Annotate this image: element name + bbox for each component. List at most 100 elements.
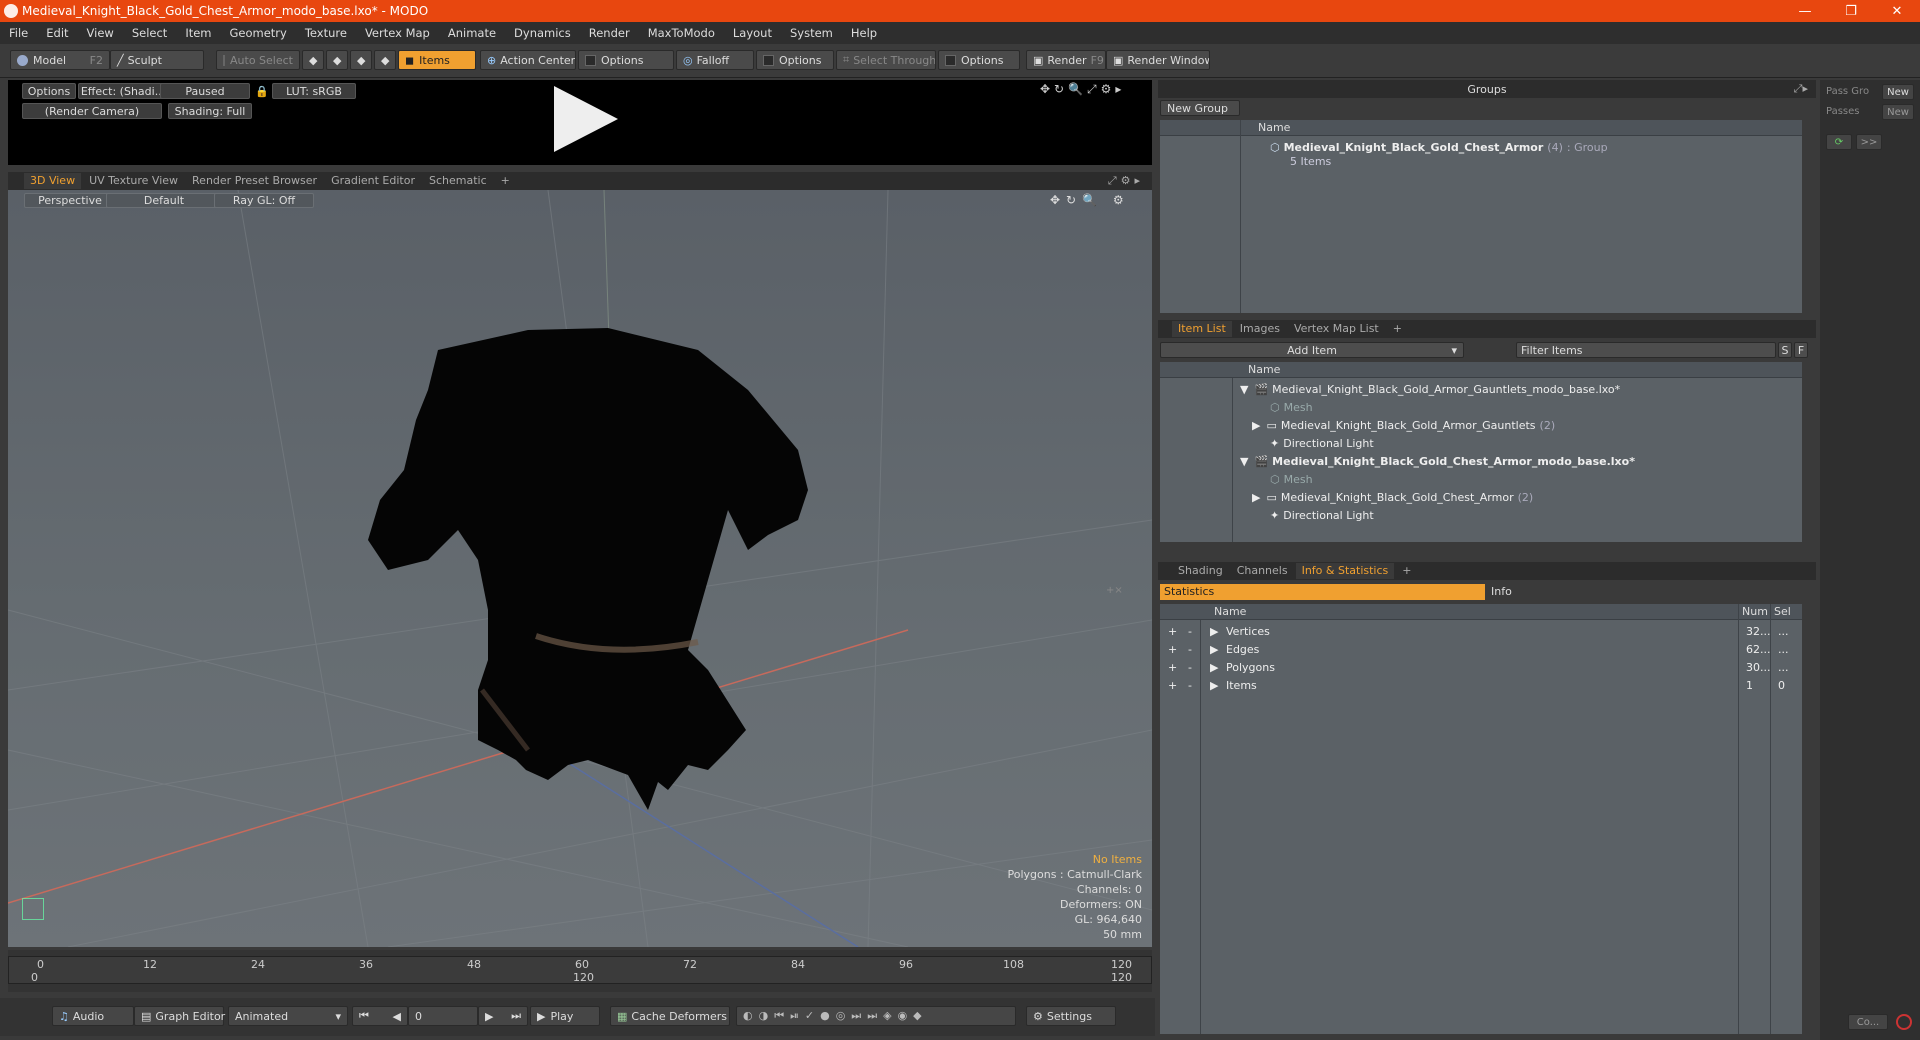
select-through-options-button[interactable]: Options (938, 50, 1020, 70)
table-row[interactable]: + - ▶ Items 1 0 (1168, 676, 1802, 694)
table-row[interactable]: + - ▶ Edges 62...... (1168, 640, 1802, 658)
item-list[interactable]: Name ▼ 🎬 Medieval_Knight_Black_Gold_Armor_… (1160, 362, 1802, 542)
shading-dropdown[interactable]: Shading: Full (168, 103, 252, 119)
list-item[interactable]: ⬡ Mesh (1270, 470, 1313, 488)
menu-layout[interactable]: Layout (724, 26, 781, 40)
menu-item[interactable]: Item (176, 26, 220, 40)
tab-item-list[interactable]: Item List (1172, 321, 1232, 337)
vertices-mode-button[interactable]: ◆ (302, 50, 324, 70)
info-subtab[interactable]: Info (1487, 584, 1814, 600)
menu-geometry[interactable]: Geometry (221, 26, 296, 40)
preview-options-button[interactable]: Options (22, 83, 76, 99)
add-tab-button[interactable]: + (1387, 321, 1408, 337)
expand-gear-icons[interactable]: ⤢⚙▸ (1108, 174, 1144, 188)
maximize-button[interactable]: ❐ (1828, 0, 1874, 22)
viewport-nav-icons[interactable]: ✥↻🔍 ⚙ (1050, 193, 1130, 207)
render-window-button[interactable]: ▣ Render Window (1106, 50, 1210, 70)
list-item[interactable]: ▶ ▭ Medieval_Knight_Black_Gold_Armor_Gaunt… (1252, 416, 1555, 434)
cache-deformers-button[interactable]: ▦ Cache Deformers (610, 1006, 730, 1026)
lut-dropdown[interactable]: LUT: sRGB (272, 83, 356, 99)
tab-images[interactable]: Images (1234, 321, 1286, 337)
co-button[interactable]: Co... (1848, 1014, 1888, 1030)
graph-editor-button[interactable]: ▤ Graph Editor (134, 1006, 225, 1026)
statistics-table[interactable]: Name Num Sel + - ▶ Vertices 32...... + - ▶ Edge… (1160, 604, 1802, 1034)
sculpt-mode-button[interactable]: ╱ Sculpt (110, 50, 204, 70)
render-camera-dropdown[interactable]: (Render Camera) (22, 103, 162, 119)
model-mode-button[interactable]: Model F2 (10, 50, 110, 70)
filter-items-input[interactable]: Filter Items (1516, 342, 1776, 358)
list-item[interactable]: ✦ Directional Light (1270, 434, 1374, 452)
menu-maxtomodo[interactable]: MaxToModo (639, 26, 724, 40)
close-button[interactable]: ✕ (1874, 0, 1920, 22)
prev-frame-buttons[interactable]: ⏮ ◀ (352, 1006, 408, 1026)
expand-icon[interactable]: ⤢▸ (1794, 82, 1808, 96)
refresh-icon[interactable]: ⟳ (1826, 134, 1852, 150)
timeline[interactable]: 0 12 24 36 48 60 72 84 96 108 120 0 120 … (8, 950, 1152, 992)
preview-nav-icons[interactable]: ✥↻🔍⤢⚙▸ (1040, 82, 1125, 97)
key-tools[interactable]: ◐◑⏮⏯✓●◎⏭⏭◈◉◆ (736, 1006, 1016, 1026)
auto-select-button[interactable]: Auto Select (216, 50, 300, 70)
menu-dynamics[interactable]: Dynamics (505, 26, 580, 40)
more-button[interactable]: >> (1856, 134, 1882, 150)
menu-view[interactable]: View (78, 26, 123, 40)
tab-info-statistics[interactable]: Info & Statistics (1295, 563, 1395, 579)
action-center-options-button[interactable]: Options (578, 50, 674, 70)
new-pass-button[interactable]: New (1882, 104, 1914, 120)
menu-file[interactable]: File (0, 26, 37, 40)
play-preview-icon[interactable] (554, 86, 618, 152)
tab-render-preset-browser[interactable]: Render Preset Browser (186, 173, 323, 189)
groups-list[interactable]: Name ⬡ Medieval_Knight_Black_Gold_Chest_… (1160, 120, 1802, 313)
materials-mode-button[interactable]: ◆ (374, 50, 396, 70)
falloff-options-button[interactable]: Options (756, 50, 834, 70)
timeline-ruler[interactable]: 0 12 24 36 48 60 72 84 96 108 120 0 120 … (8, 956, 1152, 984)
lock-icon[interactable]: 🔒 (254, 83, 270, 99)
tab-channels[interactable]: Channels (1231, 563, 1294, 579)
edges-mode-button[interactable]: ◆ (326, 50, 348, 70)
menu-texture[interactable]: Texture (296, 26, 356, 40)
animated-dropdown[interactable]: Animated ▾ (228, 1006, 348, 1026)
menu-edit[interactable]: Edit (37, 26, 77, 40)
tab-uv-texture-view[interactable]: UV Texture View (83, 173, 184, 189)
tab-gradient-editor[interactable]: Gradient Editor (325, 173, 421, 189)
record-icon[interactable] (1896, 1014, 1912, 1030)
play-button[interactable]: ▶ Play (530, 1006, 600, 1026)
menu-select[interactable]: Select (123, 26, 176, 40)
add-tab-button[interactable]: + (1396, 563, 1417, 579)
minimize-button[interactable]: — (1782, 0, 1828, 22)
items-mode-button[interactable]: ◼ Items (398, 50, 476, 70)
menu-system[interactable]: System (781, 26, 842, 40)
raygl-toggle[interactable]: Ray GL: Off (214, 193, 314, 208)
frame-input[interactable]: 0 (408, 1006, 478, 1026)
menu-render[interactable]: Render (580, 26, 639, 40)
menu-help[interactable]: Help (842, 26, 886, 40)
table-row[interactable]: + - ▶ Vertices 32...... (1168, 622, 1802, 640)
shading-style-dropdown[interactable]: Default (106, 193, 222, 208)
new-pass-group-button[interactable]: New (1882, 84, 1914, 100)
add-tab-button[interactable]: + (495, 173, 516, 189)
preview-effect-dropdown[interactable]: Effect: (Shadi... (78, 83, 168, 99)
tab-schematic[interactable]: Schematic (423, 173, 493, 189)
polygons-mode-button[interactable]: ◆ (350, 50, 372, 70)
select-through-button[interactable]: ⌗ Select Through (836, 50, 936, 70)
perspective-dropdown[interactable]: Perspective (24, 193, 116, 208)
next-frame-buttons[interactable]: ▶ ⏭ (478, 1006, 528, 1026)
menu-animate[interactable]: Animate (439, 26, 505, 40)
list-item[interactable]: ▼ 🎬 Medieval_Knight_Black_Gold_Armor_Gaunt… (1240, 380, 1620, 398)
tab-vertex-map-list[interactable]: Vertex Map List (1288, 321, 1385, 337)
3d-viewport[interactable]: Perspective Default Ray GL: Off ✥↻🔍 ⚙ +×… (8, 190, 1152, 947)
f-button[interactable]: F (1794, 342, 1808, 358)
list-item[interactable]: ▶ ▭ Medieval_Knight_Black_Gold_Chest_Armor… (1252, 488, 1533, 506)
audio-button[interactable]: ♫ Audio (52, 1006, 134, 1026)
s-button[interactable]: S (1778, 342, 1792, 358)
settings-button[interactable]: ⚙ Settings (1026, 1006, 1116, 1026)
table-row[interactable]: + - ▶ Polygons 30...... (1168, 658, 1802, 676)
menu-vertex-map[interactable]: Vertex Map (356, 26, 439, 40)
list-item[interactable]: ⬡ Mesh (1270, 398, 1313, 416)
render-button[interactable]: ▣ Render F9 (1026, 50, 1106, 70)
list-item[interactable]: ✦ Directional Light (1270, 506, 1374, 524)
preview-paused-button[interactable]: Paused (160, 83, 250, 99)
falloff-button[interactable]: ◎ Falloff (676, 50, 754, 70)
tab-shading[interactable]: Shading (1172, 563, 1229, 579)
add-item-dropdown[interactable]: Add Item ▾ (1160, 342, 1464, 358)
tab-3d-view[interactable]: 3D View (24, 173, 82, 189)
